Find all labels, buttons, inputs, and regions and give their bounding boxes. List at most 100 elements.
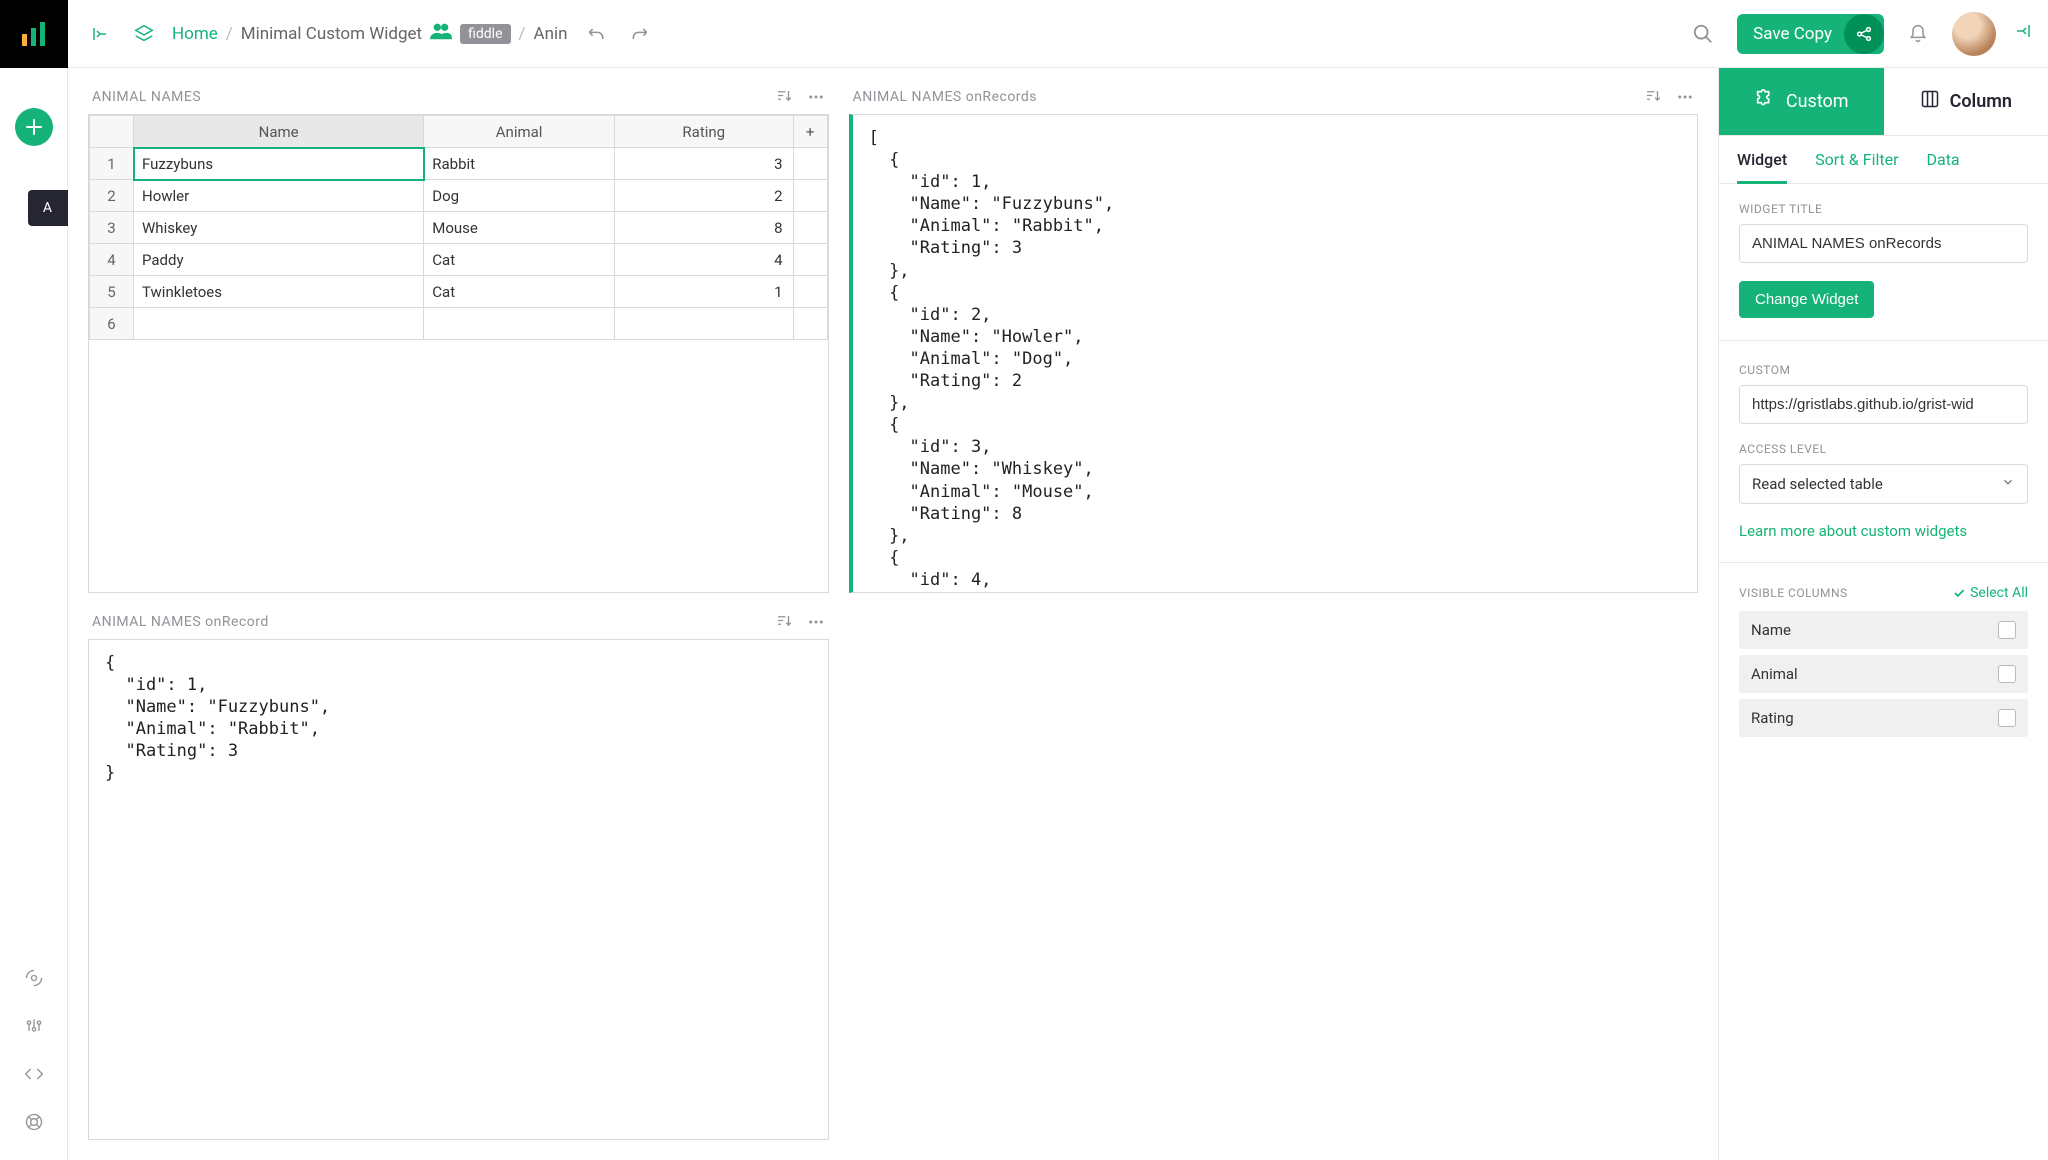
table-row[interactable]: 2HowlerDog2: [90, 180, 828, 212]
visible-column-item[interactable]: Name: [1739, 611, 2028, 649]
cell-empty[interactable]: [793, 148, 827, 180]
add-column-button[interactable]: +: [793, 116, 827, 148]
cell-empty[interactable]: [793, 244, 827, 276]
column-checkbox[interactable]: [1998, 709, 2016, 727]
table-row[interactable]: 5TwinkletoesCat1: [90, 276, 828, 308]
col-header-name[interactable]: Name: [134, 116, 424, 148]
cell-empty[interactable]: [793, 180, 827, 212]
cell-name[interactable]: Paddy: [134, 244, 424, 276]
sort-filter-icon[interactable]: [775, 88, 793, 106]
cell-empty[interactable]: [793, 308, 827, 340]
tab-widget[interactable]: Widget: [1737, 136, 1787, 184]
breadcrumb-page[interactable]: Anin: [534, 24, 568, 44]
row-num[interactable]: 4: [90, 244, 134, 276]
tab-sort-filter[interactable]: Sort & Filter: [1815, 136, 1898, 183]
undo-icon[interactable]: [580, 18, 612, 50]
table-row[interactable]: 1FuzzybunsRabbit3: [90, 148, 828, 180]
onrecords-body[interactable]: [ { "id": 1, "Name": "Fuzzybuns", "Anima…: [849, 114, 1698, 593]
custom-url-input[interactable]: [1739, 385, 2028, 424]
data-grid[interactable]: Name Animal Rating + 1FuzzybunsRabbit32H…: [89, 115, 828, 340]
table-row[interactable]: 3WhiskeyMouse8: [90, 212, 828, 244]
cell-animal[interactable]: Dog: [424, 180, 615, 212]
panel-table: ANIMAL NAMES Name Anima: [88, 88, 829, 593]
share-icon[interactable]: [1844, 14, 1884, 54]
column-checkbox[interactable]: [1998, 621, 2016, 639]
panel-title: ANIMAL NAMES: [92, 89, 201, 105]
label-visible-columns: VISIBLE COLUMNS: [1739, 586, 1848, 600]
onrecord-body[interactable]: { "id": 1, "Name": "Fuzzybuns", "Animal"…: [88, 639, 829, 1140]
cell-name[interactable]: Whiskey: [134, 212, 424, 244]
table-row[interactable]: 6: [90, 308, 828, 340]
cell-animal[interactable]: [424, 308, 615, 340]
row-num[interactable]: 1: [90, 148, 134, 180]
cell-animal[interactable]: Cat: [424, 244, 615, 276]
notifications-icon[interactable]: [1902, 18, 1934, 50]
workspace: ANIMAL NAMES Name Anima: [68, 68, 1718, 1160]
topbar: Home / Minimal Custom Widget fiddle / An…: [68, 0, 2048, 68]
visible-column-item[interactable]: Rating: [1739, 699, 2028, 737]
cell-rating[interactable]: 8: [614, 212, 793, 244]
column-checkbox[interactable]: [1998, 665, 2016, 683]
panel-menu-icon[interactable]: [807, 613, 825, 631]
row-num[interactable]: 3: [90, 212, 134, 244]
left-sidebar: A: [0, 0, 68, 1160]
visible-column-item[interactable]: Animal: [1739, 655, 2028, 693]
cell-name[interactable]: Howler: [134, 180, 424, 212]
expand-sidebar-icon[interactable]: [84, 18, 116, 50]
learn-more-link[interactable]: Learn more about custom widgets: [1739, 522, 1967, 540]
cell-name[interactable]: Twinkletoes: [134, 276, 424, 308]
help-icon[interactable]: [24, 1112, 44, 1132]
breadcrumb-home[interactable]: Home: [172, 24, 218, 44]
cell-animal[interactable]: Cat: [424, 276, 615, 308]
column-name: Rating: [1751, 709, 1794, 727]
select-all-button[interactable]: Select All: [1952, 585, 2028, 601]
col-header-rating[interactable]: Rating: [614, 116, 793, 148]
app-logo[interactable]: [0, 0, 68, 68]
sort-filter-icon[interactable]: [775, 613, 793, 631]
add-page-button[interactable]: [15, 108, 53, 146]
redo-icon[interactable]: [624, 18, 656, 50]
user-avatar[interactable]: [1952, 12, 1996, 56]
cell-rating[interactable]: 2: [614, 180, 793, 212]
row-num[interactable]: 6: [90, 308, 134, 340]
label-widget-title: WIDGET TITLE: [1739, 202, 2028, 216]
search-icon[interactable]: [1687, 18, 1719, 50]
row-num[interactable]: 5: [90, 276, 134, 308]
breadcrumb-doc[interactable]: Minimal Custom Widget: [241, 24, 422, 44]
panel-menu-icon[interactable]: [1676, 88, 1694, 106]
table-row[interactable]: 4PaddyCat4: [90, 244, 828, 276]
page-tab-a[interactable]: A: [28, 190, 68, 226]
cell-animal[interactable]: Mouse: [424, 212, 615, 244]
cell-animal[interactable]: Rabbit: [424, 148, 615, 180]
cell-empty[interactable]: [793, 212, 827, 244]
change-widget-button[interactable]: Change Widget: [1739, 281, 1874, 318]
row-num[interactable]: 2: [90, 180, 134, 212]
column-icon: [1920, 89, 1940, 114]
panel-menu-icon[interactable]: [807, 88, 825, 106]
sort-filter-icon[interactable]: [1644, 88, 1662, 106]
rp-seg-column[interactable]: Column: [1884, 68, 2048, 135]
settings-icon[interactable]: [24, 1016, 44, 1036]
tab-data[interactable]: Data: [1926, 136, 1959, 183]
cell-name[interactable]: [134, 308, 424, 340]
save-copy-button[interactable]: Save Copy: [1753, 24, 1844, 44]
row-num-header[interactable]: [90, 116, 134, 148]
cell-name[interactable]: Fuzzybuns: [134, 148, 424, 180]
access-level-select[interactable]: Read selected table: [1739, 464, 2028, 504]
collapse-right-panel-icon[interactable]: [2014, 22, 2032, 45]
pages-icon[interactable]: [128, 18, 160, 50]
cell-empty[interactable]: [793, 276, 827, 308]
widget-title-input[interactable]: [1739, 224, 2028, 263]
cell-rating[interactable]: 1: [614, 276, 793, 308]
col-header-animal[interactable]: Animal: [424, 116, 615, 148]
code-icon[interactable]: [24, 1064, 44, 1084]
panel-title: ANIMAL NAMES onRecords: [853, 89, 1037, 105]
onrecord-code: { "id": 1, "Name": "Fuzzybuns", "Animal"…: [89, 640, 828, 797]
cell-rating[interactable]: 4: [614, 244, 793, 276]
panel-onrecord: ANIMAL NAMES onRecord { "id": 1, "Name":…: [88, 613, 829, 1140]
cell-rating[interactable]: [614, 308, 793, 340]
raw-data-icon[interactable]: [24, 968, 44, 988]
rp-seg-custom[interactable]: Custom: [1719, 68, 1884, 135]
users-icon[interactable]: [430, 22, 452, 45]
cell-rating[interactable]: 3: [614, 148, 793, 180]
